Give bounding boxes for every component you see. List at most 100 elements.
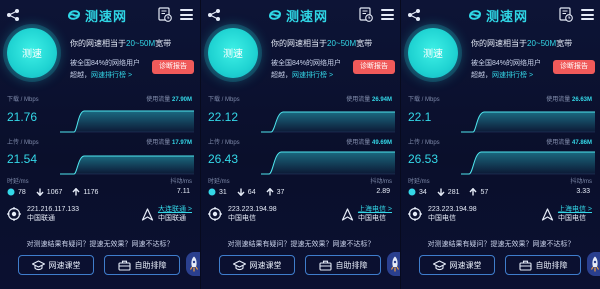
client-isp: 中国电信 xyxy=(228,215,256,222)
server-info[interactable]: 上海电信 > 中国电信 xyxy=(541,205,592,227)
upload-latency-icon xyxy=(72,188,80,196)
speed-equivalent: 你的网速相当于20~50M宽带 xyxy=(70,39,172,48)
download-graph xyxy=(261,111,395,133)
upload-label: 上传 / Mbps xyxy=(408,140,440,146)
server-icon xyxy=(341,208,354,221)
speed-course-button[interactable]: 网速课堂 xyxy=(219,255,295,275)
speed-boost-tab[interactable] xyxy=(186,252,200,276)
screenshot-row: 测速网 测速 你的网速相当于20~50M宽带 被全国84%的网络用户 超越，网速… xyxy=(0,0,600,289)
start-test-button[interactable]: 测速 xyxy=(7,28,57,78)
share-icon[interactable] xyxy=(6,8,20,22)
server-info[interactable]: 上海电信 > 中国电信 xyxy=(341,205,392,227)
jitter-value: 7.11 xyxy=(176,188,190,195)
start-test-label: 测速 xyxy=(423,49,443,60)
speed-boost-tab[interactable] xyxy=(587,252,600,276)
download-label: 下载 / Mbps xyxy=(7,97,39,103)
graduation-cap-icon xyxy=(432,259,446,270)
history-icon[interactable] xyxy=(158,7,172,22)
download-usage: 使用流量 27.90M xyxy=(146,97,192,103)
upload-graph xyxy=(60,155,194,175)
server-name[interactable]: 大连联通 > xyxy=(158,205,192,214)
speed-course-label: 网速课堂 xyxy=(449,260,482,270)
download-speed: 22.1 xyxy=(408,110,432,124)
server-icon xyxy=(141,208,154,221)
upload-speed: 26.53 xyxy=(408,152,439,166)
start-test-button[interactable]: 测速 xyxy=(408,28,458,78)
top-bar: 测速网 xyxy=(401,0,600,30)
latency-label: 时延/ms xyxy=(408,179,430,185)
download-usage: 使用流量 26.94M xyxy=(346,97,392,103)
share-icon[interactable] xyxy=(207,8,221,22)
diagnosis-report-button[interactable]: 诊断报告 xyxy=(353,60,395,74)
download-graph xyxy=(60,110,194,133)
speedtest-screen-3: 测速网 测速 你的网速相当于20~50M宽带 被全国84%的网络用户 超越，网速… xyxy=(400,0,600,289)
speed-course-button[interactable]: 网速课堂 xyxy=(419,255,495,275)
self-troubleshoot-label: 自助排障 xyxy=(134,260,167,270)
jitter-label: 抖动/ms xyxy=(170,179,192,185)
rank-line: 超越，网速排行榜 > xyxy=(271,72,334,79)
idle-latency-icon xyxy=(7,188,15,196)
history-icon[interactable] xyxy=(559,7,573,22)
toolbox-icon xyxy=(318,260,332,271)
logo-text: 测速网 xyxy=(85,8,128,24)
speed-equivalent: 你的网速相当于20~50M宽带 xyxy=(471,39,573,48)
upload-label: 上传 / Mbps xyxy=(208,140,240,146)
ranking-link[interactable]: 网速排行榜 > xyxy=(292,72,333,79)
menu-icon[interactable] xyxy=(581,9,594,20)
rocket-icon xyxy=(189,256,199,272)
self-troubleshoot-button[interactable]: 自助排障 xyxy=(104,255,180,275)
speed-course-label: 网速课堂 xyxy=(249,260,282,270)
percentile-text: 被全国84%的网络用户 xyxy=(70,60,141,67)
client-info: 223.223.194.98 中国电信 xyxy=(408,205,518,227)
rank-line: 超越，网速排行榜 > xyxy=(70,72,133,79)
graduation-cap-icon xyxy=(31,259,45,270)
diagnosis-report-button[interactable]: 诊断报告 xyxy=(553,60,595,74)
diagnosis-report-button[interactable]: 诊断报告 xyxy=(152,60,194,74)
self-troubleshoot-button[interactable]: 自助排障 xyxy=(505,255,581,275)
server-info[interactable]: 大连联通 > 中国联通 xyxy=(141,205,192,227)
server-icon xyxy=(541,208,554,221)
rocket-icon xyxy=(390,256,400,272)
download-speed: 22.12 xyxy=(208,110,239,124)
download-usage: 使用流量 26.63M xyxy=(546,97,592,103)
toolbox-icon xyxy=(518,260,532,271)
upload-speed: 26.43 xyxy=(208,152,239,166)
client-info: 221.216.117.133 中国联通 xyxy=(7,205,117,227)
feedback-question: 对测速结果有疑问？提速无效果？网速不达标？ xyxy=(427,241,575,248)
client-info: 223.223.194.98 中国电信 xyxy=(208,205,318,227)
menu-icon[interactable] xyxy=(381,9,394,20)
history-icon[interactable] xyxy=(359,7,373,22)
jitter-label: 抖动/ms xyxy=(570,179,592,185)
start-test-button[interactable]: 测速 xyxy=(208,28,258,78)
ranking-link[interactable]: 网速排行榜 > xyxy=(91,72,132,79)
latency-upload: 1176 xyxy=(83,188,99,196)
upload-graph xyxy=(261,151,395,175)
latency-upload: 37 xyxy=(276,188,285,196)
rank-line: 超越，网速排行榜 > xyxy=(471,72,534,79)
server-isp: 中国电信 xyxy=(557,215,586,222)
server-name[interactable]: 上海电信 > xyxy=(558,205,592,214)
upload-label: 上传 / Mbps xyxy=(7,140,39,146)
jitter-value: 2.89 xyxy=(376,188,390,195)
download-latency-icon xyxy=(437,188,445,196)
idle-latency-icon xyxy=(408,188,416,196)
self-troubleshoot-button[interactable]: 自助排障 xyxy=(305,255,381,275)
location-icon xyxy=(408,207,422,221)
upload-latency-icon xyxy=(469,188,478,196)
upload-speed: 21.54 xyxy=(7,152,38,166)
latency-idle: 34 xyxy=(419,188,427,196)
self-troubleshoot-label: 自助排障 xyxy=(335,260,368,270)
menu-icon[interactable] xyxy=(180,9,193,20)
latency-row: 31 64 37 xyxy=(208,187,294,197)
server-isp: 中国联通 xyxy=(157,215,186,222)
ranking-link[interactable]: 网速排行榜 > xyxy=(492,72,533,79)
latency-upload: 57 xyxy=(480,188,489,196)
share-icon[interactable] xyxy=(407,8,421,22)
latency-download: 64 xyxy=(247,188,256,196)
toolbox-icon xyxy=(117,260,131,271)
speed-course-button[interactable]: 网速课堂 xyxy=(18,255,94,275)
speed-boost-tab[interactable] xyxy=(387,252,400,276)
download-latency-icon xyxy=(36,188,44,196)
latency-label: 时延/ms xyxy=(208,179,230,185)
server-name[interactable]: 上海电信 > xyxy=(358,205,392,214)
